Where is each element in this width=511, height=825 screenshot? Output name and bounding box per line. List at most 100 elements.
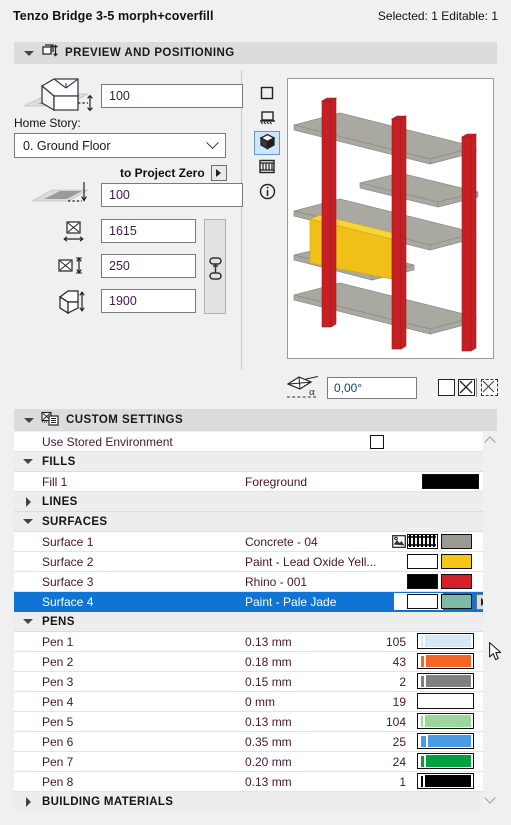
row-use-stored-environment[interactable]: Use Stored Environment [14, 432, 483, 452]
pen-5-thickness: 0.13 mm [245, 714, 292, 729]
surface-2-fill-swatch[interactable] [407, 554, 438, 569]
3d-preview-canvas[interactable] [287, 78, 494, 359]
table-row[interactable]: Pen 4 0 mm 19 [14, 692, 483, 712]
pen-7-swatch[interactable] [417, 753, 474, 769]
pen-2-label: Pen 2 [42, 654, 74, 669]
collapse-triangle-icon[interactable] [23, 459, 33, 464]
texture-image-icon [392, 535, 406, 551]
pen-6-swatch[interactable] [417, 733, 474, 749]
mirror-x-button[interactable] [458, 379, 475, 396]
pen-3-swatch[interactable] [417, 673, 474, 689]
surface-4-fill-swatch[interactable] [407, 594, 438, 609]
collapse-triangle-icon[interactable] [23, 519, 33, 524]
table-row[interactable]: Surface 4 Paint - Pale Jade [14, 592, 483, 612]
surface-1-color-swatch[interactable] [441, 534, 472, 549]
table-row[interactable]: Fill 1 Foreground [14, 472, 483, 492]
2d-symbol-view-button[interactable] [254, 82, 280, 106]
home-story-select[interactable]: 0. Ground Floor [14, 133, 226, 158]
settings-scrollbar[interactable] [483, 432, 497, 810]
link-proportions-button[interactable] [204, 219, 226, 314]
info-button[interactable] [254, 181, 280, 205]
group-header-surfaces[interactable]: SURFACES [14, 512, 483, 532]
elevation-view-button[interactable] [254, 107, 280, 131]
section-header-preview-positioning[interactable]: PREVIEW AND POSITIONING [14, 42, 497, 64]
table-row[interactable]: Surface 3 Rhino - 001 [14, 572, 483, 592]
pen-4-label: Pen 4 [42, 694, 74, 709]
story-elevation-icon [30, 180, 96, 213]
pen-8-swatch[interactable] [417, 773, 474, 789]
collapse-triangle-icon[interactable] [23, 619, 33, 624]
pen-7-label: Pen 7 [42, 754, 74, 769]
width-input[interactable]: 1615 [101, 219, 196, 243]
chevron-down-icon[interactable] [206, 136, 219, 150]
stored-environment-checkbox[interactable] [370, 434, 384, 449]
front-elevation-icon [259, 110, 276, 128]
collapse-triangle-icon[interactable] [24, 417, 34, 423]
group-header-pens[interactable]: PENS [14, 612, 483, 632]
expand-triangle-icon[interactable] [25, 496, 31, 507]
table-row[interactable]: Surface 1 Concrete - 04 [14, 532, 483, 552]
depth-input[interactable]: 250 [101, 254, 196, 278]
svg-text:α: α [309, 386, 315, 398]
rotation-angle-input[interactable]: 0,00° [327, 377, 417, 399]
table-row[interactable]: Pen 1 0.13 mm 105 [14, 632, 483, 652]
button-separator [476, 378, 477, 397]
pen-5-swatch[interactable] [417, 713, 474, 729]
table-row[interactable]: Surface 2 Paint - Lead Oxide Yell... [14, 552, 483, 572]
surface-4-color-swatch[interactable] [441, 594, 472, 609]
pen-4-thickness: 0 mm [245, 694, 275, 709]
surface-3-value: Rhino - 001 [245, 574, 308, 589]
to-project-zero-label: to Project Zero [120, 166, 205, 180]
pen-4-swatch[interactable] [417, 693, 474, 709]
pen-2-thickness: 0.18 mm [245, 654, 292, 669]
pen-7-thickness: 0.20 mm [245, 754, 292, 769]
table-row[interactable]: Pen 6 0.35 mm 25 [14, 732, 483, 752]
table-row[interactable]: Pen 3 0.15 mm 2 [14, 672, 483, 692]
elevation-to-project-zero-input[interactable]: 100 [101, 183, 243, 207]
pen-7-number: 24 [392, 754, 406, 769]
height-dimension-icon [58, 290, 90, 317]
list-view-button[interactable] [254, 156, 280, 180]
group-header-fills[interactable]: FILLS [14, 452, 483, 472]
table-row[interactable]: Pen 5 0.13 mm 104 [14, 712, 483, 732]
section-label-preview-positioning: PREVIEW AND POSITIONING [65, 47, 235, 59]
pen-1-swatch[interactable] [417, 633, 474, 649]
fill-1-label: Fill 1 [42, 474, 68, 489]
play-right-icon[interactable] [210, 165, 227, 181]
custom-settings-list[interactable]: Use Stored Environment FILLS Fill 1 Fore… [14, 432, 483, 810]
chevron-up-icon[interactable] [484, 436, 496, 448]
mirror-off-button[interactable] [438, 379, 455, 396]
table-row[interactable]: Pen 8 0.13 mm 1 [14, 772, 483, 792]
surface-2-value: Paint - Lead Oxide Yell... [245, 554, 377, 569]
surface-4-options-button[interactable] [476, 594, 483, 610]
section-header-custom-settings[interactable]: CUSTOM SETTINGS [14, 409, 497, 431]
group-header-lines[interactable]: LINES [14, 492, 483, 512]
cube-icon [259, 133, 276, 153]
fill-1-swatch[interactable] [422, 474, 479, 489]
pen-3-thickness: 0.15 mm [245, 674, 292, 689]
table-row[interactable]: Pen 7 0.20 mm 24 [14, 752, 483, 772]
chevron-down-icon[interactable] [484, 792, 496, 804]
height-input[interactable]: 1900 [101, 289, 196, 313]
custom-settings-icon [41, 411, 59, 430]
group-label-fills: FILLS [42, 455, 76, 468]
3d-view-button[interactable] [254, 131, 280, 155]
surface-3-color-swatch[interactable] [441, 574, 472, 589]
pen-3-label: Pen 3 [42, 674, 74, 689]
surface-1-fill-swatch[interactable] [407, 534, 438, 549]
film-strip-icon [258, 159, 276, 177]
surface-2-color-swatch[interactable] [441, 554, 472, 569]
group-header-building-materials[interactable]: BUILDING MATERIALS [14, 792, 483, 810]
table-row[interactable]: Pen 2 0.18 mm 43 [14, 652, 483, 672]
surface-3-fill-swatch[interactable] [407, 574, 438, 589]
collapse-triangle-icon[interactable] [24, 50, 34, 56]
square-icon [260, 86, 274, 103]
pen-2-swatch[interactable] [417, 653, 474, 669]
surface-1-value: Concrete - 04 [245, 534, 318, 549]
home-story-value: 0. Ground Floor [23, 138, 111, 153]
elevation-to-home-story-input[interactable]: 100 [101, 84, 243, 108]
mirror-dashed-button[interactable] [481, 379, 498, 396]
info-circle-icon [259, 183, 276, 203]
expand-triangle-icon[interactable] [25, 796, 31, 807]
to-project-zero-control[interactable]: to Project Zero [120, 165, 227, 181]
